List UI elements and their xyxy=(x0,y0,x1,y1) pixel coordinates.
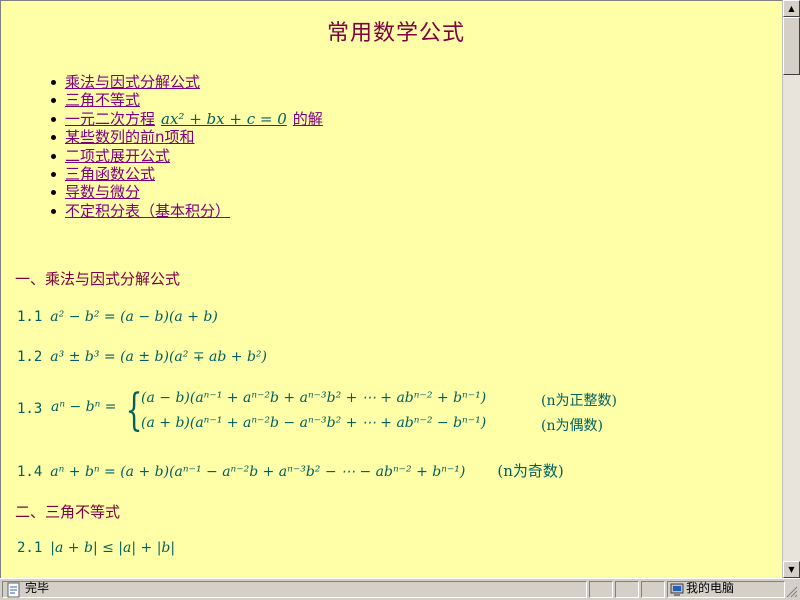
bullet-icon xyxy=(51,98,56,104)
toc-link-series-sum[interactable]: 某些数列的前n项和 xyxy=(65,128,195,146)
left-brace-icon: { xyxy=(125,385,143,436)
browser-viewport: 常用数学公式 乘法与因式分解公式 三角不等式 一元二次方程 ax² + bx + … xyxy=(0,0,782,578)
formula-text: a² − b² = (a − b)(a + b) xyxy=(50,309,218,325)
formula-condition: (n为奇数) xyxy=(497,462,564,480)
toc-item: 三角不等式 xyxy=(51,91,323,109)
formula-text: aⁿ + bⁿ = (a + b)(aⁿ⁻¹ − aⁿ⁻²b + aⁿ⁻³b² … xyxy=(50,464,466,480)
section-heading-multiplication: 一、乘法与因式分解公式 xyxy=(15,270,181,288)
toc-link-quadratic[interactable]: 一元二次方程 ax² + bx + c = 0 的解 xyxy=(65,110,323,128)
toc-link-binomial[interactable]: 二项式展开公式 xyxy=(65,147,170,165)
toc-link-quadratic-before: 一元二次方程 xyxy=(65,109,156,128)
toc-link-integral[interactable]: 不定积分表（基本积分） xyxy=(65,202,230,220)
bullet-icon xyxy=(51,153,56,159)
bullet-icon xyxy=(51,135,56,141)
status-pane-security xyxy=(615,581,639,598)
page-document-icon xyxy=(7,582,20,598)
status-pane-privacy xyxy=(641,581,665,598)
formula-number: 1.3 xyxy=(17,401,43,417)
toc-item: 三角函数公式 xyxy=(51,165,323,183)
formula-number: 1.1 xyxy=(17,309,43,325)
toc-item: 乘法与因式分解公式 xyxy=(51,73,323,91)
formula-1-2: 1.2 a³ ± b³ = (a ± b)(a² ∓ ab + b²) xyxy=(17,347,267,365)
resize-grip-icon[interactable] xyxy=(786,586,798,598)
toc-quadratic-math: ax² + bx + c = 0 xyxy=(161,109,287,128)
formula-1-1: 1.1 a² − b² = (a − b)(a + b) xyxy=(17,307,218,325)
formula-number: 2.1 xyxy=(17,540,43,556)
formula-condition: (n为正整数) xyxy=(541,393,617,409)
toc-item: 一元二次方程 ax² + bx + c = 0 的解 xyxy=(51,110,323,128)
formula-number: 1.4 xyxy=(17,464,43,480)
bullet-icon xyxy=(51,208,56,214)
table-of-contents: 乘法与因式分解公式 三角不等式 一元二次方程 ax² + bx + c = 0 的解… xyxy=(51,73,323,220)
toc-item: 某些数列的前n项和 xyxy=(51,128,323,146)
bullet-icon xyxy=(51,80,56,85)
formula-condition: (n为偶数) xyxy=(541,418,603,434)
toc-item: 不定积分表（基本积分） xyxy=(51,202,323,220)
scrollbar-thumb[interactable] xyxy=(783,17,800,75)
bullet-icon xyxy=(51,171,56,177)
formula-text: (a + b)(aⁿ⁻¹ + aⁿ⁻²b − aⁿ⁻³b² + ⋯ + abⁿ⁻… xyxy=(141,415,487,431)
my-computer-icon xyxy=(670,583,684,596)
formula-text: (a − b)(aⁿ⁻¹ + aⁿ⁻²b + aⁿ⁻³b² + ⋯ + abⁿ⁻… xyxy=(141,390,487,406)
scroll-down-arrow-icon[interactable]: ▼ xyxy=(783,561,800,578)
section-heading-triangle-inequality: 二、三角不等式 xyxy=(15,503,121,521)
status-text: 完毕 xyxy=(25,581,50,595)
toc-item: 二项式展开公式 xyxy=(51,147,323,165)
status-bar: 完毕 我的电脑 xyxy=(0,578,800,600)
bullet-icon xyxy=(51,190,56,196)
toc-item: 导数与微分 xyxy=(51,183,323,201)
zone-text: 我的电脑 xyxy=(686,581,735,595)
status-pane-progress xyxy=(589,581,613,598)
formula-1-4: 1.4 aⁿ + bⁿ = (a + b)(aⁿ⁻¹ − aⁿ⁻²b + aⁿ⁻³… xyxy=(17,460,564,481)
bullet-icon xyxy=(51,116,56,122)
status-pane-main xyxy=(2,581,587,598)
vertical-scrollbar[interactable]: ▲ ▼ xyxy=(782,0,800,578)
formula-2-1: 2.1 |a + b| ≤ |a| + |b| xyxy=(17,538,175,556)
toc-link-triangle-inequality[interactable]: 三角不等式 xyxy=(65,91,140,109)
page-title: 常用数学公式 xyxy=(326,21,465,46)
formula-lhs: aⁿ − bⁿ = xyxy=(51,399,117,415)
formula-text: a³ ± b³ = (a ± b)(a² ∓ ab + b²) xyxy=(50,349,267,365)
formula-case-2: (a + b)(aⁿ⁻¹ + aⁿ⁻²b − aⁿ⁻³b² + ⋯ + abⁿ⁻… xyxy=(141,415,603,434)
toc-link-multiplication[interactable]: 乘法与因式分解公式 xyxy=(65,73,200,91)
toc-link-quadratic-after: 的解 xyxy=(292,109,323,128)
formula-case-1: (a − b)(aⁿ⁻¹ + aⁿ⁻²b + aⁿ⁻³b² + ⋯ + abⁿ⁻… xyxy=(141,390,617,409)
toc-link-derivative[interactable]: 导数与微分 xyxy=(65,183,140,201)
scroll-up-arrow-icon[interactable]: ▲ xyxy=(783,0,800,17)
formula-text: |a + b| ≤ |a| + |b| xyxy=(50,540,176,556)
toc-link-trig[interactable]: 三角函数公式 xyxy=(65,165,155,183)
formula-number: 1.2 xyxy=(17,349,43,365)
